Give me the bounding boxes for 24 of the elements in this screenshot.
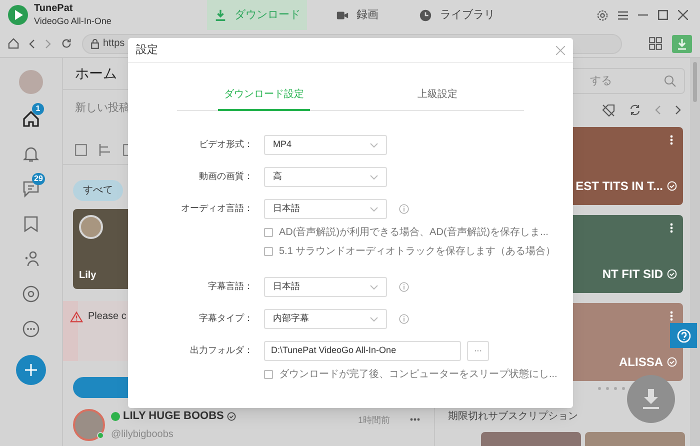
- checkbox-label: 5.1 サラウンドオーディオトラックを保存します（ある場合）: [279, 245, 556, 259]
- field-label: 動画の画質：: [199, 170, 253, 184]
- warning-text: Please c: [88, 311, 126, 323]
- app-name: TunePat: [34, 3, 74, 15]
- card-title: EST TITS IN T...: [576, 178, 663, 195]
- search-placeholder: する: [590, 74, 612, 89]
- card-title: ALISSA: [618, 354, 663, 371]
- count-badge: 29: [32, 173, 45, 185]
- dialog-title: 設定: [136, 42, 158, 58]
- count-badge: 1: [32, 103, 44, 115]
- story-name: Lily: [79, 269, 98, 283]
- field-label: 字幕言語：: [208, 280, 253, 294]
- checkbox-label: AD(音声解説)が利用できる場合、AD(音声解説)を保存しま...: [279, 226, 548, 240]
- post-time: 1時間前: [358, 414, 390, 427]
- field-label: ビデオ形式：: [199, 138, 253, 152]
- field-label: 出力フォルダ：: [190, 344, 253, 358]
- section-title: 期限切れサブスクリプション: [447, 410, 579, 424]
- card-title: NT FIT SID: [602, 266, 663, 283]
- field-label: 字幕タイプ：: [199, 312, 253, 326]
- app-subtitle: VideoGo All-In-One: [34, 15, 112, 27]
- page-title: ホーム: [75, 64, 117, 83]
- checkbox-label: ダウンロードが完了後、コンピューターをスリープ状態にし...: [279, 368, 558, 382]
- field-label: オーディオ言語：: [181, 202, 253, 216]
- url-text: https: [103, 37, 125, 51]
